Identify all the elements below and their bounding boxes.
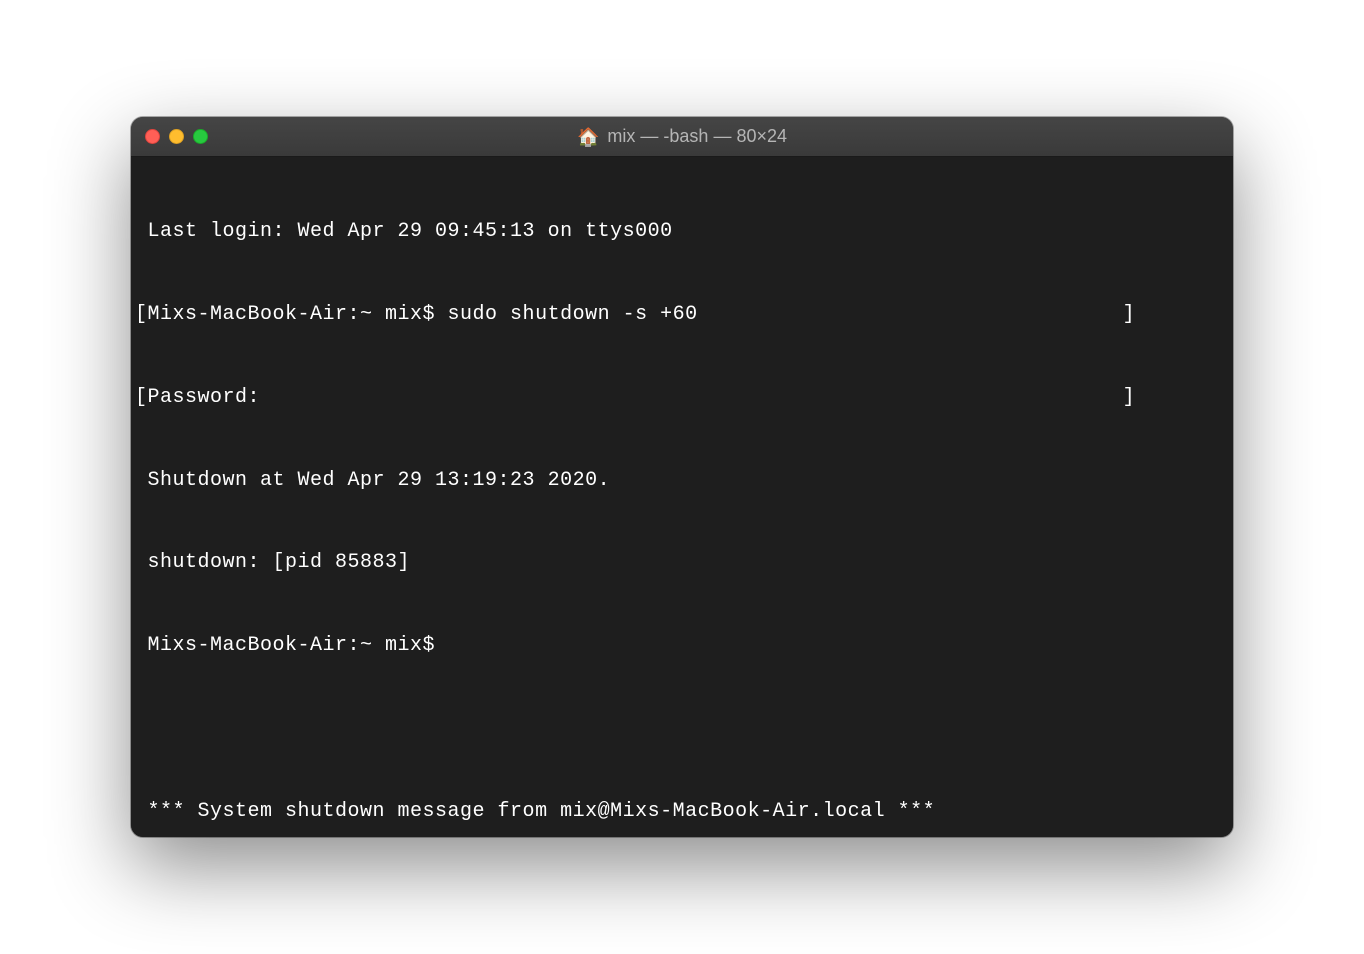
terminal-line: Last login: Wed Apr 29 09:45:13 on ttys0… xyxy=(135,218,1229,246)
terminal-line: *** System shutdown message from mix@Mix… xyxy=(135,798,1229,826)
minimize-button[interactable] xyxy=(169,129,184,144)
window-title: 🏠 mix — -bash — 80×24 xyxy=(577,126,787,147)
home-icon: 🏠 xyxy=(577,128,599,146)
terminal-body[interactable]: Last login: Wed Apr 29 09:45:13 on ttys0… xyxy=(131,157,1233,837)
traffic-lights xyxy=(145,129,208,144)
terminal-window: 🏠 mix — -bash — 80×24 Last login: Wed Ap… xyxy=(131,117,1233,837)
terminal-line xyxy=(135,715,1229,743)
terminal-line: [Mixs-MacBook-Air:~ mix$ sudo shutdown -… xyxy=(135,301,1229,329)
window-title-text: mix — -bash — 80×24 xyxy=(607,126,787,147)
close-button[interactable] xyxy=(145,129,160,144)
terminal-line: shutdown: [pid 85883] xyxy=(135,549,1229,577)
terminal-line: Shutdown at Wed Apr 29 13:19:23 2020. xyxy=(135,467,1229,495)
terminal-line: [Password: ] xyxy=(135,384,1229,412)
title-bar[interactable]: 🏠 mix — -bash — 80×24 xyxy=(131,117,1233,157)
terminal-line: Mixs-MacBook-Air:~ mix$ xyxy=(135,632,1229,660)
zoom-button[interactable] xyxy=(193,129,208,144)
